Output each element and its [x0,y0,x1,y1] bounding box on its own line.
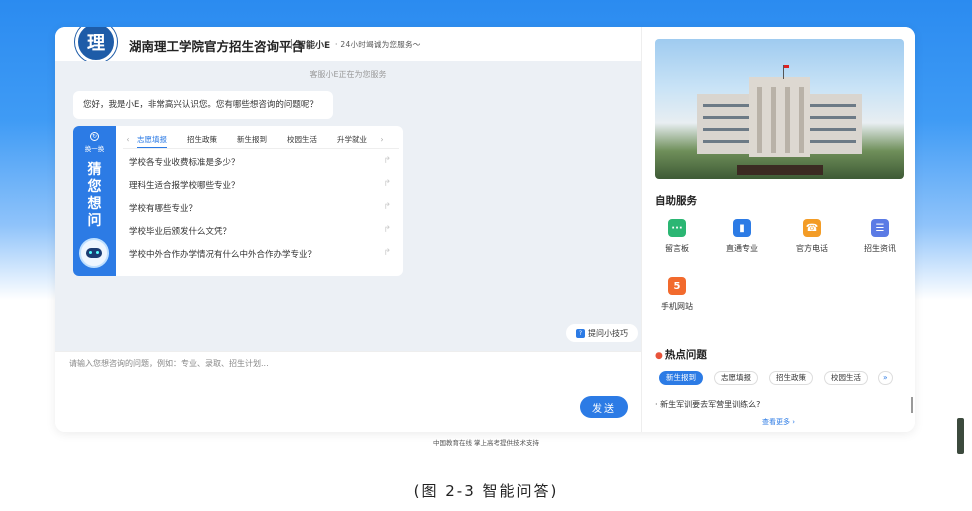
share-arrow-icon: ↱ [383,225,391,235]
campus-tower [749,77,810,157]
service-direct-major[interactable]: ▮ 直通专业 [716,219,768,254]
hot-question-item[interactable]: · 新生军训要去军营里训练么? [655,399,760,410]
guess-char: 您 [87,179,102,195]
html5-icon: 5 [668,277,686,295]
chat-body[interactable]: 客服小E正在为您服务 您好，我是小E，非常高兴认识您。您有哪些想咨询的问题呢？ … [55,61,641,351]
hot-tab-freshman[interactable]: 新生报到 [659,371,703,385]
hot-title-text: 热点问题 [664,349,707,361]
service-label: 招生资讯 [864,244,896,253]
tech-support-footer: 中国教育在线 掌上高考提供技术支持 [432,439,540,447]
service-label: 直通专业 [726,244,758,253]
share-arrow-icon: ↱ [383,156,391,166]
question-text: 学校中外合作办学情况有什么中外合作办学专业？ [129,250,317,260]
flag-icon [783,65,789,79]
question-item[interactable]: 理科生适合报学校哪些专业？ ↱ [129,179,399,193]
view-more-link[interactable]: 查看更多 › [762,417,795,427]
scrollbar[interactable] [911,397,913,413]
hot-tab-volunteer[interactable]: 志愿填报 [714,371,758,385]
share-arrow-icon: ↱ [383,248,391,258]
consult-window: 理 湖南理工学院官方招生咨询平台 智能小E · 24小时竭诚为您服务～ 客服小E… [55,27,915,432]
tab-volunteer-filling[interactable]: 志愿填报 [137,134,167,149]
message-input-area[interactable]: 请输入您想咨询的问题，例如：专业、录取、招生计划... 发送 [55,351,641,432]
hot-tabs-next-icon[interactable]: » [878,371,893,385]
question-tips-button[interactable]: ? 提问小技巧 [566,324,638,342]
hot-tab-policy[interactable]: 招生政策 [769,371,813,385]
tab-freshman-registration[interactable]: 新生报到 [237,134,267,145]
guess-char: 想 [87,196,102,212]
chat-header: 理 湖南理工学院官方招生咨询平台 智能小E · 24小时竭诚为您服务～ [55,27,641,63]
news-icon: ☰ [871,219,889,237]
share-arrow-icon: ↱ [383,179,391,189]
question-category-tabs: ‹ 志愿填报 招生政策 新生报到 校园生活 升学就业 › [123,132,403,149]
message-board-icon: ··· [668,219,686,237]
hot-tab-campus-life[interactable]: 校园生活 [824,371,868,385]
robot-mascot-icon [79,238,109,268]
phone-icon: ☎ [803,219,821,237]
guess-sidebar: ↻ 换一换 猜 您 想 问 [73,126,116,276]
service-status: 客服小E正在为您服务 [309,70,387,79]
tabs-divider [123,148,399,149]
guess-label: 猜 您 想 问 [73,162,116,230]
question-item[interactable]: 学校毕业后颁发什么文凭？ ↱ [129,225,399,239]
question-text: 学校毕业后颁发什么文凭？ [129,227,232,237]
figure-caption: (图 2-3 智能问答) [413,482,559,500]
bot-tagline: · 24小时竭诚为您服务～ [335,40,421,49]
header-divider [291,39,292,49]
tips-label: 提问小技巧 [588,328,628,338]
service-admission-news[interactable]: ☰ 招生资讯 [854,219,906,254]
tip-icon: ? [576,328,585,338]
tab-admission-policy[interactable]: 招生政策 [187,134,217,145]
bot-greeting-bubble: 您好，我是小E，非常高兴认识您。您有哪些想咨询的问题呢？ [73,91,333,119]
guess-char: 问 [87,213,102,229]
refresh-icon: ↻ [90,132,99,141]
message-input-placeholder[interactable]: 请输入您想咨询的问题，例如：专业、录取、招生计划... [69,358,269,369]
campus-signboard [737,165,823,175]
major-icon: ▮ [733,219,751,237]
right-panel: 自助服务 ··· 留言板 ▮ 直通专业 ☎ 官方电话 ☰ 招生资讯 5 手机网站… [641,27,915,432]
guess-char: 猜 [87,162,102,178]
question-text: 学校有哪些专业？ [129,204,198,214]
hot-fire-icon: ● [655,351,663,361]
question-text: 理科生适合报学校哪些专业？ [129,181,240,191]
question-item[interactable]: 学校各专业收费标准是多少？ ↱ [129,156,399,170]
send-button[interactable]: 发送 [580,396,628,418]
hot-questions-title: ● 热点问题 [655,347,707,362]
service-label: 官方电话 [796,244,828,253]
service-label: 手机网站 [661,302,693,311]
app-title: 湖南理工学院官方招生咨询平台 [129,39,305,54]
chevron-right-icon[interactable]: › [377,135,387,144]
suggested-questions-card: ↻ 换一换 猜 您 想 问 ‹ 志愿填报 招生政策 新生报到 校园生活 升学就业… [73,126,403,276]
swap-label: 换一换 [84,145,105,153]
service-mobile-site[interactable]: 5 手机网站 [651,277,703,312]
self-service-title: 自助服务 [655,195,697,207]
swap-button[interactable]: ↻ 换一换 [73,132,116,153]
service-message-board[interactable]: ··· 留言板 [651,219,703,254]
question-item[interactable]: 学校有哪些专业？ ↱ [129,202,399,216]
share-arrow-icon: ↱ [383,202,391,212]
bot-name: 智能小E [297,41,331,51]
side-widget[interactable] [957,418,964,454]
tab-campus-life[interactable]: 校园生活 [287,134,317,145]
campus-photo [655,39,904,179]
service-label: 留言板 [665,244,689,253]
chevron-left-icon[interactable]: ‹ [123,135,133,144]
chat-panel: 理 湖南理工学院官方招生咨询平台 智能小E · 24小时竭诚为您服务～ 客服小E… [55,27,641,432]
question-item[interactable]: 学校中外合作办学情况有什么中外合作办学专业？ ↱ [129,248,399,262]
service-official-phone[interactable]: ☎ 官方电话 [786,219,838,254]
question-text: 学校各专业收费标准是多少？ [129,158,240,168]
tab-further-study-employment[interactable]: 升学就业 [337,134,367,145]
school-logo: 理 [75,27,117,63]
